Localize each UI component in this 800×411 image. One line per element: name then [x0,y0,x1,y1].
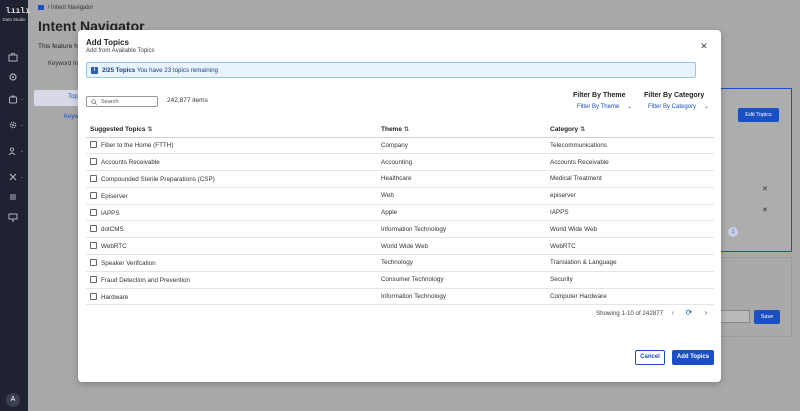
home-icon[interactable] [38,5,44,10]
modal-subtitle: Add from Available Topics [86,48,155,54]
chevron-down-icon[interactable]: ⌄ [20,174,24,180]
row-checkbox[interactable] [90,258,97,266]
col-category[interactable]: Category ⇅ [546,122,714,138]
page-description: This feature ho [38,43,82,50]
table-row[interactable]: dotCMS Information Technology World Wide W… [86,220,714,239]
users-icon[interactable] [8,146,18,156]
search-placeholder: Search [101,99,119,105]
briefcase-icon[interactable] [8,52,18,62]
app-logo[interactable]: lıılı [6,6,30,16]
row-checkbox[interactable] [90,208,97,216]
chevron-down-icon[interactable]: ⌄ [627,103,632,110]
chevron-right-icon[interactable]: › [701,308,711,317]
chevron-left-icon[interactable]: ‹ [668,308,678,317]
table-row[interactable]: WebRTC World Wide Web WebRTC [86,237,714,256]
row-checkbox[interactable] [90,141,97,149]
topics-table: Suggested Topics ⇅ Theme ⇅ Category ⇅ Fiber… [86,122,714,306]
remove-icon[interactable]: ✕ [762,206,768,214]
row-checkbox[interactable] [90,158,97,166]
table-row[interactable]: IAPPS Apple IAPPS [86,204,714,222]
row-checkbox[interactable] [90,275,97,283]
refresh-icon[interactable]: ⟳ [684,308,694,317]
add-topics-button[interactable]: Add Topics [672,350,714,365]
chevron-down-icon[interactable]: ⌄ [20,148,24,154]
search-icon [91,99,97,105]
gear-cluster-icon[interactable] [8,72,18,82]
filter-category-select[interactable]: Filter By Category [648,104,696,110]
settings-icon[interactable] [8,120,18,130]
keyword-panel [720,257,792,337]
breadcrumb: / Intent Navigator [38,5,93,11]
save-button[interactable]: Save [754,310,780,324]
table-row[interactable]: Fiber to the Home (FTTH) Company Telecommu… [86,137,714,155]
filter-theme-select[interactable]: Filter By Theme [577,104,619,110]
app-switcher-caret[interactable]: › [22,7,24,13]
table-row[interactable]: Hardware Information Technology Computer H… [86,288,714,306]
bag-icon[interactable] [8,94,18,104]
table-row[interactable]: Fraud Detection and Prevention Consumer T… [86,271,714,289]
side-item-keywords[interactable]: Keyw [64,114,79,120]
info-icon: i [91,67,98,74]
breadcrumb-current: Intent Navigator [51,5,94,11]
chevron-down-icon[interactable]: ⌄ [704,103,709,110]
row-checkbox[interactable] [90,191,97,199]
page-number[interactable]: 1 [728,227,738,237]
row-checkbox[interactable] [90,242,97,250]
user-avatar[interactable]: A [6,393,20,407]
edit-topics-button[interactable]: Edit Topics [738,108,779,122]
table-row[interactable]: Episerver Web episerver [86,187,714,205]
row-checkbox[interactable] [90,225,97,233]
tools-icon[interactable] [8,172,18,182]
col-theme[interactable]: Theme ⇅ [377,122,546,138]
table-row[interactable]: Accounts Receivable Accounting Accounts Re… [86,153,714,172]
table-row[interactable]: Speaker Verifcation Technology Translation… [86,254,714,272]
close-icon[interactable]: ✕ [698,40,710,52]
topics-remaining: You have 23 topics remaining [137,67,218,74]
filter-theme: Filter By Theme Filter By Theme ⌄ [573,92,632,110]
app-sidebar: lıılı › Data Studio ⌄ ⌄ ⌄ ⌄ A [0,0,30,411]
add-topics-modal: Add Topics Add from Available Topics ✕ i… [78,30,721,382]
cancel-button[interactable]: Cancel [635,350,665,365]
app-name: Data Studio [2,17,26,22]
keyword-input[interactable] [720,310,750,323]
filter-theme-label: Filter By Theme [573,92,626,99]
tab-keyword[interactable]: Keyword In [48,61,78,67]
table-header: Suggested Topics ⇅ Theme ⇅ Category ⇅ [86,122,714,138]
chevron-down-icon[interactable]: ⌄ [20,96,24,102]
chevron-down-icon[interactable]: ⌄ [20,122,24,128]
items-count: 242,877 items [167,97,208,104]
topics-count: 2/25 Topics [102,67,136,74]
col-suggested-topics[interactable]: Suggested Topics ⇅ [86,122,377,138]
row-checkbox[interactable] [90,292,97,300]
sort-icon[interactable]: ⇅ [404,127,409,133]
filter-category-label: Filter By Category [644,92,705,99]
list-icon[interactable] [8,192,18,202]
filter-category: Filter By Category Filter By Category ⌄ [644,92,709,110]
monitor-icon[interactable] [8,212,18,222]
pager-status: Showing 1-10 of 242877 [596,310,664,317]
remove-icon[interactable]: ✕ [762,185,768,193]
sort-icon[interactable]: ⇅ [148,127,153,133]
modal-title: Add Topics [86,38,129,47]
topics-limit-banner: i 2/25 Topics You have 23 topics remaini… [86,62,696,78]
search-input[interactable]: Search [86,96,158,107]
table-row[interactable]: Compounded Sterile Preparations (CSP) Hea… [86,170,714,188]
row-checkbox[interactable] [90,174,97,182]
sort-icon[interactable]: ⇅ [580,127,585,133]
